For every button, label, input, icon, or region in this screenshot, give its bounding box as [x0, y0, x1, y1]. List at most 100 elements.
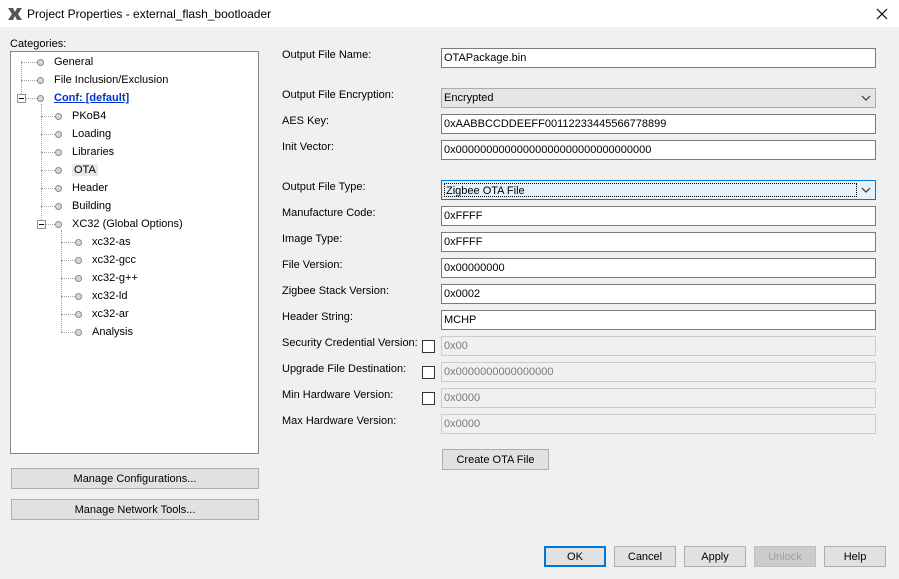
manage-configurations-button[interactable]: Manage Configurations...: [11, 468, 259, 489]
node-bullet-icon: [37, 58, 44, 66]
output-file-type-select[interactable]: Zigbee OTA File: [441, 180, 876, 200]
file-version-label: File Version:: [282, 259, 343, 271]
zigbee-stack-version-label: Zigbee Stack Version:: [282, 285, 390, 297]
tree-item-pkob4[interactable]: PKoB4: [55, 107, 106, 125]
output-file-encryption-value: Encrypted: [444, 92, 494, 104]
output-file-name-input[interactable]: OTAPackage.bin: [441, 48, 876, 68]
tree-connector: [61, 314, 75, 315]
image-type-label: Image Type:: [282, 233, 343, 245]
security-credential-version-checkbox[interactable]: [422, 340, 435, 353]
security-credential-version-input[interactable]: 0x00: [441, 336, 876, 356]
node-bullet-icon: [55, 112, 62, 120]
tree-connector: [61, 278, 75, 279]
tree-item-ota[interactable]: OTA: [55, 161, 98, 179]
output-file-encryption-label: Output File Encryption:: [282, 89, 394, 101]
init-vector-input[interactable]: 0x00000000000000000000000000000000: [441, 140, 876, 160]
unlock-button: Unlock: [754, 546, 816, 567]
tree-item-libraries[interactable]: Libraries: [55, 143, 114, 161]
node-bullet-icon: [75, 238, 82, 246]
window-title: Project Properties - external_flash_boot…: [27, 7, 272, 21]
node-bullet-icon: [37, 94, 44, 102]
output-file-type-label: Output File Type:: [282, 181, 366, 193]
tree-connector: [61, 296, 75, 297]
tree-item-loading[interactable]: Loading: [55, 125, 111, 143]
min-hardware-version-checkbox[interactable]: [422, 392, 435, 405]
tree-connector: [26, 98, 37, 99]
aes-key-label: AES Key:: [282, 115, 330, 127]
tree-connector: [41, 206, 55, 207]
tree-item-building[interactable]: Building: [55, 197, 111, 215]
zigbee-stack-version-input[interactable]: 0x0002: [441, 284, 876, 304]
tree-item-xc32-gcc[interactable]: xc32-gcc: [75, 251, 136, 269]
output-file-name-label: Output File Name:: [282, 49, 372, 61]
manufacture-code-input[interactable]: 0xFFFF: [441, 206, 876, 226]
max-hardware-version-input[interactable]: 0x0000: [441, 414, 876, 434]
node-bullet-icon: [75, 274, 82, 282]
collapse-icon[interactable]: [17, 94, 26, 103]
node-bullet-icon: [75, 328, 82, 336]
header-string-input[interactable]: MCHP: [441, 310, 876, 330]
tree-item-file-inclusion[interactable]: File Inclusion/Exclusion: [37, 71, 168, 89]
tree-connector: [41, 116, 55, 117]
tree-connector: [41, 152, 55, 153]
categories-tree[interactable]: General File Inclusion/Exclusion Conf: […: [10, 51, 259, 454]
apply-button[interactable]: Apply: [684, 546, 746, 567]
node-bullet-icon: [55, 184, 62, 192]
upgrade-file-destination-label: Upgrade File Destination:: [282, 363, 407, 375]
node-bullet-icon: [55, 220, 62, 228]
close-button[interactable]: [865, 0, 899, 28]
manage-network-tools-button[interactable]: Manage Network Tools...: [11, 499, 259, 520]
output-file-encryption-select[interactable]: Encrypted: [441, 88, 876, 108]
tree-connector: [41, 170, 55, 171]
help-button[interactable]: Help: [824, 546, 886, 567]
tree-item-xc32-gpp[interactable]: xc32-g++: [75, 269, 138, 287]
tree-item-header[interactable]: Header: [55, 179, 108, 197]
close-icon: [876, 8, 888, 20]
ok-button[interactable]: OK: [544, 546, 606, 567]
tree-connector: [61, 242, 75, 243]
tree-connector: [46, 224, 55, 225]
tree-item-conf-default[interactable]: Conf: [default]: [37, 89, 129, 107]
tree-item-xc32-ar[interactable]: xc32-ar: [75, 305, 129, 323]
manufacture-code-label: Manufacture Code:: [282, 207, 376, 219]
tree-connector: [61, 230, 62, 332]
file-version-input[interactable]: 0x00000000: [441, 258, 876, 278]
upgrade-file-destination-input[interactable]: 0x0000000000000000: [441, 362, 876, 382]
node-bullet-icon: [55, 130, 62, 138]
node-bullet-icon: [55, 166, 62, 174]
node-bullet-icon: [75, 256, 82, 264]
tree-connector: [41, 134, 55, 135]
node-bullet-icon: [37, 76, 44, 84]
tree-connector: [61, 260, 75, 261]
title-bar: Project Properties - external_flash_boot…: [0, 0, 899, 28]
tree-item-analysis[interactable]: Analysis: [75, 323, 133, 341]
chevron-down-icon: [857, 187, 875, 193]
tree-connector: [41, 188, 55, 189]
min-hardware-version-input[interactable]: 0x0000: [441, 388, 876, 408]
app-logo-icon: [8, 8, 22, 20]
min-hardware-version-label: Min Hardware Version:: [282, 389, 394, 401]
collapse-icon[interactable]: [37, 220, 46, 229]
node-bullet-icon: [55, 202, 62, 210]
init-vector-label: Init Vector:: [282, 141, 334, 153]
tree-item-general[interactable]: General: [37, 53, 93, 71]
node-bullet-icon: [75, 310, 82, 318]
upgrade-file-destination-checkbox[interactable]: [422, 366, 435, 379]
node-bullet-icon: [55, 148, 62, 156]
tree-connector: [21, 80, 37, 81]
image-type-input[interactable]: 0xFFFF: [441, 232, 876, 252]
categories-label: Categories:: [10, 38, 67, 50]
tree-connector: [21, 62, 37, 63]
aes-key-input[interactable]: 0xAABBCCDDEEFF00112233445566778899: [441, 114, 876, 134]
create-ota-file-button[interactable]: Create OTA File: [442, 449, 549, 470]
cancel-button[interactable]: Cancel: [614, 546, 676, 567]
tree-connector: [61, 332, 75, 333]
tree-item-xc32-ld[interactable]: xc32-ld: [75, 287, 127, 305]
tree-item-xc32-as[interactable]: xc32-as: [75, 233, 131, 251]
output-file-type-value: Zigbee OTA File: [444, 183, 857, 197]
node-bullet-icon: [75, 292, 82, 300]
chevron-down-icon: [857, 95, 875, 101]
tree-item-xc32-global[interactable]: XC32 (Global Options): [55, 215, 183, 233]
max-hardware-version-label: Max Hardware Version:: [282, 415, 397, 427]
header-string-label: Header String:: [282, 311, 353, 323]
